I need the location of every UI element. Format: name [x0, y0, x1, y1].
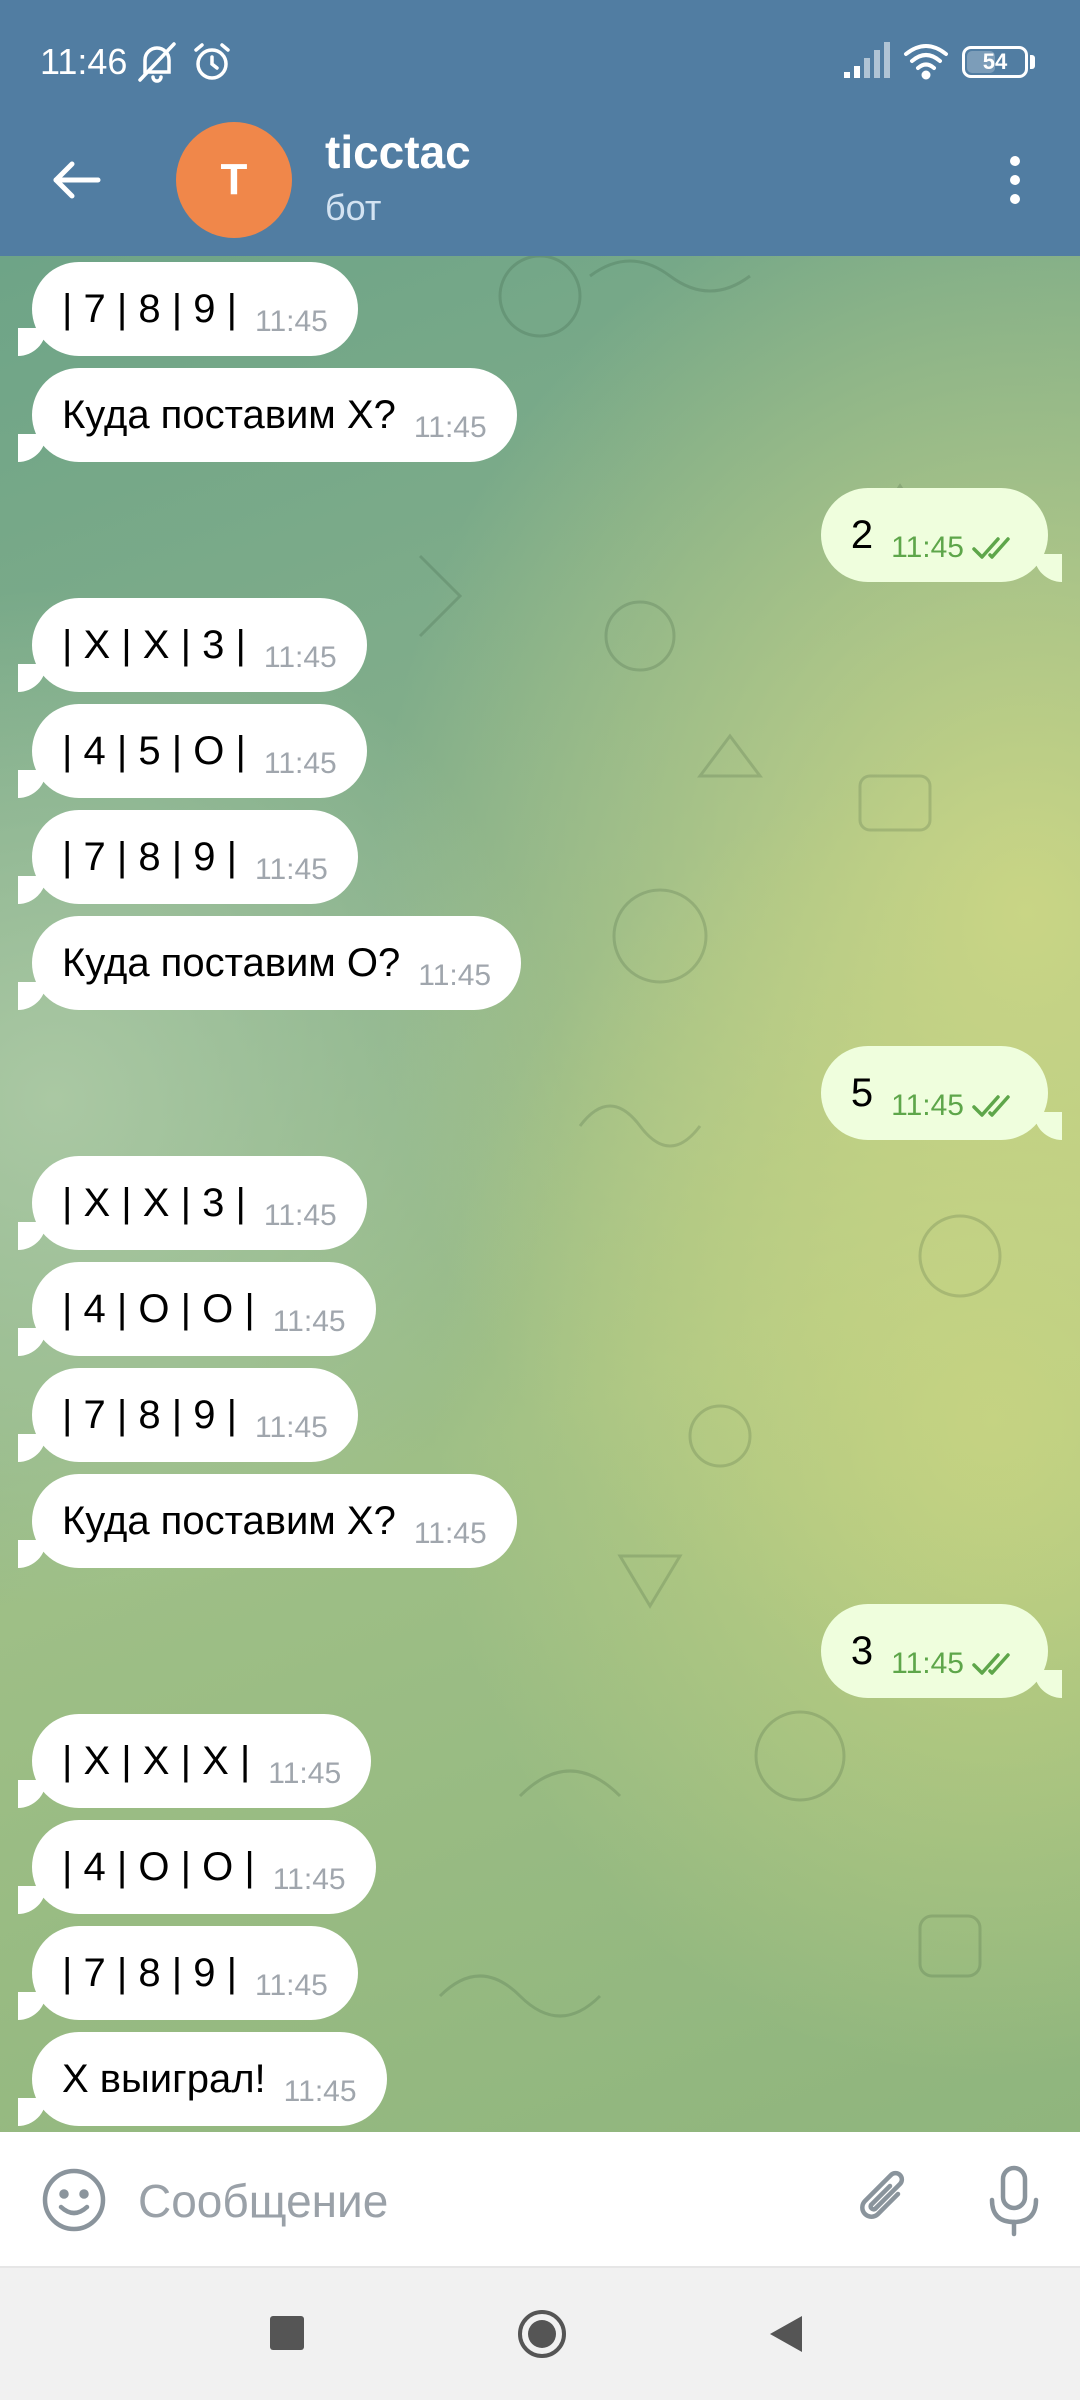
arrow-left-icon — [53, 161, 101, 199]
incoming-message[interactable]: | 4 | 5 | O | 11:45 — [18, 704, 367, 798]
double-check-icon — [972, 1095, 1010, 1117]
home-button[interactable] — [516, 2308, 568, 2360]
message-time: 11:45 — [263, 747, 337, 780]
battery-icon: 54 — [962, 46, 1028, 78]
message-time: 11:45 — [283, 2075, 357, 2108]
incoming-message[interactable]: | 7 | 8 | 9 | 11:45 — [18, 810, 358, 904]
avatar[interactable]: T — [176, 122, 292, 238]
emoji-icon — [42, 2168, 106, 2232]
message-text: | 7 | 8 | 9 | — [62, 1950, 237, 1995]
signal-icon — [842, 40, 890, 85]
wifi-icon — [902, 40, 950, 85]
chat-history[interactable]: | 7 | 8 | 9 | 11:45 Куда поставим X? 11:45 2… — [0, 256, 1080, 2132]
message-time: 11:45 — [254, 1411, 328, 1444]
more-menu-button[interactable] — [990, 140, 1040, 220]
incoming-message[interactable]: | 4 | O | O | 11:45 — [18, 1262, 376, 1356]
incoming-message[interactable]: | X | X | X | 11:45 — [18, 1714, 372, 1808]
message-time: 11:45 — [263, 641, 337, 674]
chat-subtitle: бот — [325, 187, 382, 228]
incoming-message[interactable]: | 7 | 8 | 9 | 11:45 — [18, 1926, 358, 2020]
attach-button[interactable] — [848, 2164, 920, 2236]
outgoing-message[interactable]: 2 11:45 — [820, 488, 1062, 582]
message-text: Куда поставим X? — [62, 392, 396, 437]
microphone-icon — [989, 2165, 1039, 2237]
alarm-icon — [190, 40, 234, 89]
message-time: 11:45 — [254, 305, 328, 338]
message-time: 11:45 — [891, 531, 964, 564]
message-time: 11:45 — [413, 411, 487, 444]
outgoing-message[interactable]: 5 11:45 — [820, 1046, 1062, 1140]
message-time: 11:45 — [418, 959, 492, 992]
message-text: 3 — [850, 1628, 874, 1673]
message-text: | X | X | 3 | — [62, 1180, 246, 1225]
incoming-message[interactable]: | 4 | O | O | 11:45 — [18, 1820, 376, 1914]
paperclip-icon — [860, 2170, 905, 2219]
emoji-button[interactable] — [38, 2164, 110, 2236]
battery-percent: 54 — [982, 49, 1008, 74]
message-text: | 4 | O | O | — [62, 1286, 255, 1331]
more-vertical-icon — [1010, 156, 1020, 166]
message-text: Куда поставим O? — [62, 940, 401, 985]
incoming-message[interactable]: Куда поставим X? 11:45 — [18, 1474, 517, 1568]
double-check-icon — [972, 537, 1010, 559]
incoming-message[interactable]: | X | X | 3 | 11:45 — [18, 598, 367, 692]
incoming-message[interactable]: | X | X | 3 | 11:45 — [18, 1156, 367, 1250]
system-navigation-bar — [0, 2268, 1080, 2400]
chat-title[interactable]: ticctac — [325, 124, 471, 180]
message-text: | X | X | 3 | — [62, 622, 246, 667]
back-button[interactable] — [36, 140, 116, 220]
message-time: 11:45 — [891, 1647, 964, 1680]
double-check-icon — [972, 1653, 1010, 1675]
message-text: | 7 | 8 | 9 | — [62, 286, 237, 331]
incoming-message[interactable]: X выиграл! 11:45 — [18, 2032, 387, 2126]
notifications-muted-icon — [134, 40, 180, 89]
message-time: 11:45 — [272, 1305, 346, 1338]
message-time: 11:45 — [272, 1863, 346, 1896]
message-text: 2 — [850, 512, 874, 557]
message-text: 5 — [850, 1070, 874, 1115]
battery-nub — [1030, 55, 1035, 69]
message-text: | 4 | O | O | — [62, 1844, 255, 1889]
recent-apps-button[interactable] — [270, 2316, 304, 2350]
message-text: X выиграл! — [62, 2056, 266, 2101]
message-text: | X | X | X | — [62, 1738, 251, 1783]
message-time: 11:45 — [254, 853, 328, 886]
incoming-message[interactable]: | 7 | 8 | 9 | 11:45 — [18, 1368, 358, 1462]
status-bar: 11:46 54 — [0, 0, 1080, 128]
message-time: 11:45 — [268, 1757, 342, 1790]
message-text: | 4 | 5 | O | — [62, 728, 246, 773]
message-text: | 7 | 8 | 9 | — [62, 834, 237, 879]
message-time: 11:45 — [413, 1517, 487, 1550]
incoming-message[interactable]: Куда поставим X? 11:45 — [18, 368, 517, 462]
message-composer — [0, 2132, 1080, 2268]
message-time: 11:45 — [263, 1199, 337, 1232]
top-bar: 11:46 54 T ticctac бот — [0, 0, 1080, 256]
system-back-button[interactable] — [766, 2312, 806, 2356]
status-time: 11:46 — [40, 41, 128, 82]
outgoing-message[interactable]: 3 11:45 — [820, 1604, 1062, 1698]
message-time: 11:45 — [254, 1969, 328, 2002]
incoming-message[interactable]: Куда поставим O? 11:45 — [18, 916, 522, 1010]
message-input[interactable] — [136, 2160, 820, 2242]
incoming-message[interactable]: | 7 | 8 | 9 | 11:45 — [18, 262, 358, 356]
voice-record-button[interactable] — [978, 2162, 1050, 2238]
message-text: Куда поставим X? — [62, 1498, 396, 1543]
message-time: 11:45 — [891, 1089, 964, 1122]
message-text: | 7 | 8 | 9 | — [62, 1392, 237, 1437]
